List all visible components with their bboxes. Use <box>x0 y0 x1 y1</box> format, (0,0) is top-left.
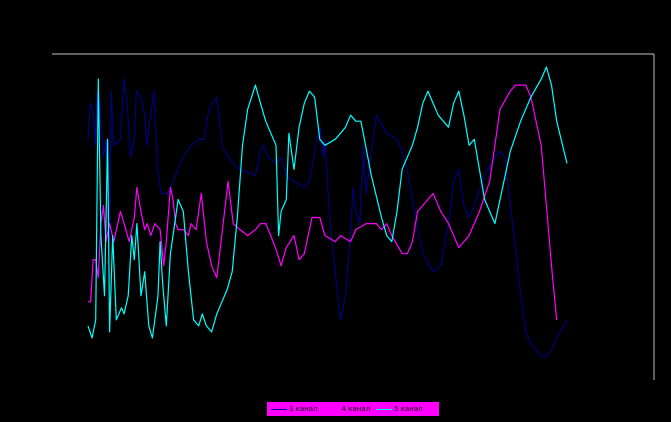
chart <box>52 53 655 380</box>
legend: 3 канал 4 канал 5 канал <box>267 402 439 416</box>
legend-label-channel-4: 4 канал <box>341 405 371 413</box>
legend-label-channel-5: 5 канал <box>394 405 423 413</box>
legend-item-channel-4: 4 канал <box>323 405 371 413</box>
legend-item-channel-5: 5 канал <box>376 405 423 413</box>
legend-label-channel-3: 3 канал <box>289 405 318 413</box>
legend-swatch-channel-4 <box>323 408 340 410</box>
legend-swatch-channel-5 <box>376 408 393 410</box>
series-layer <box>87 66 568 357</box>
legend-item-channel-3: 3 канал <box>271 405 318 413</box>
series-line-5 <box>87 66 568 339</box>
legend-swatch-channel-3 <box>271 408 287 410</box>
series-line-3 <box>87 78 568 357</box>
